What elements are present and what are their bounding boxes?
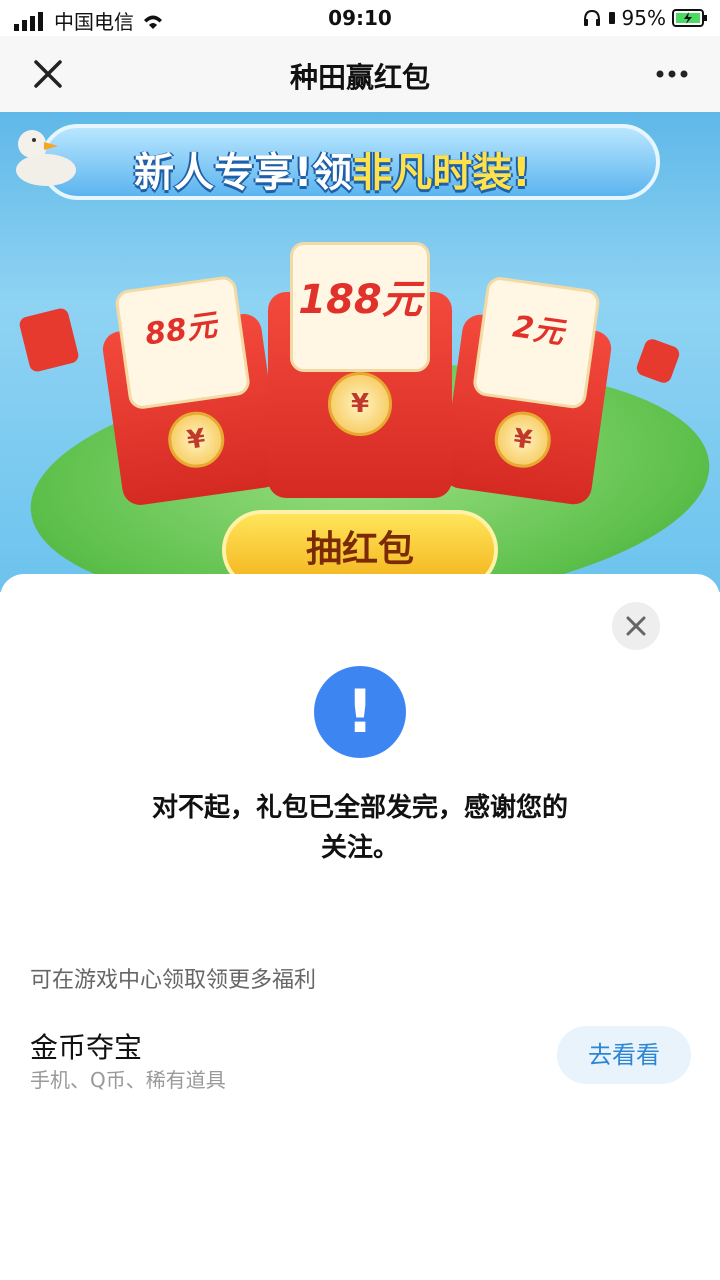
more-benefits-label: 可在游戏中心领取领更多福利 <box>30 968 317 993</box>
alert-icon: ! <box>314 666 406 758</box>
more-icon[interactable] <box>652 54 692 94</box>
result-message: 对不起，礼包已全部发完，感谢您的关注。 <box>151 793 568 863</box>
close-icon <box>626 616 646 636</box>
status-bar: 中国电信 09:10 95% <box>0 0 720 36</box>
battery-charging-icon <box>672 9 707 27</box>
envelope-amount: 88元 <box>114 274 252 411</box>
envelope-amount: 2元 <box>471 275 602 411</box>
nav-bar: 种田赢红包 <box>0 36 720 112</box>
small-envelope-right <box>634 336 682 386</box>
small-envelope-left <box>17 306 81 374</box>
page-title: 种田赢红包 <box>289 61 430 94</box>
reward-subtitle: 手机、Q币、稀有道具 <box>30 1068 226 1092</box>
status-right: 95% <box>582 6 708 30</box>
headphones-icon <box>583 9 600 26</box>
ribbon-text-white: 新人专享!领 <box>134 150 353 196</box>
coin-icon: ¥ <box>164 408 228 472</box>
red-envelope-right: 2元 ¥ <box>440 275 614 507</box>
duck-icon <box>16 130 76 186</box>
result-sheet: ! 对不起，礼包已全部发完，感谢您的关注。 可在游戏中心领取领更多福利 金币夺宝… <box>0 574 720 1280</box>
go-see-button[interactable]: 去看看 <box>557 1026 691 1084</box>
promo-banner[interactable]: 新人专享!领非凡时装! 88元 ¥ 2元 ¥ 188元 ¥ 抽红包 <box>0 112 720 592</box>
reward-title: 金币夺宝 <box>30 1031 143 1064</box>
battery-percent: 95% <box>621 6 666 30</box>
banner-ribbon: 新人专享!领非凡时装! <box>40 124 660 200</box>
envelope-amount: 188元 <box>290 242 430 372</box>
coin-icon: ¥ <box>491 408 555 472</box>
sheet-close-button[interactable] <box>612 602 660 650</box>
rotation-lock-icon <box>608 12 615 24</box>
ribbon-text-highlight: 非凡时装! <box>352 150 531 196</box>
coin-icon: ¥ <box>328 372 392 436</box>
ribbon-text: 新人专享!领非凡时装! <box>134 140 531 198</box>
red-envelope-center: 188元 ¥ <box>268 242 452 498</box>
red-envelope-left: 88元 ¥ <box>100 274 284 508</box>
